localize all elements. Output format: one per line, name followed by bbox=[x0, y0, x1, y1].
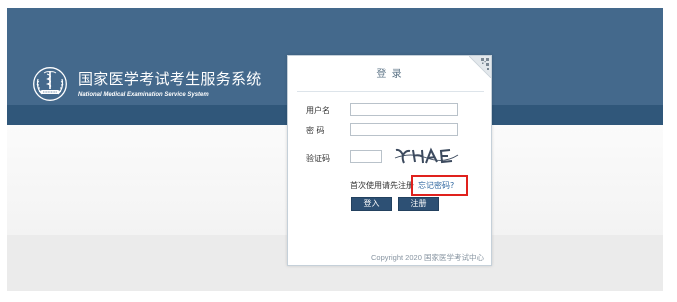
login-button[interactable]: 登入 bbox=[351, 197, 392, 211]
login-title: 登 录 bbox=[376, 69, 403, 80]
username-input[interactable] bbox=[350, 103, 458, 116]
register-hint: 首次使用请先注册 bbox=[350, 181, 414, 190]
password-label: 密 码 bbox=[306, 126, 325, 135]
title-divider bbox=[297, 91, 484, 92]
captcha-label: 验证码 bbox=[306, 154, 330, 163]
copyright-text: Copyright 2020 国家医学考试中心 bbox=[371, 253, 484, 262]
site-subtitle: National Medical Examination Service Sys… bbox=[78, 92, 209, 98]
emblem-logo-icon bbox=[33, 67, 67, 101]
password-input[interactable] bbox=[350, 123, 458, 136]
captcha-image[interactable] bbox=[394, 146, 460, 166]
captcha-input[interactable] bbox=[350, 150, 382, 163]
forgot-password-link[interactable]: 忘记密码? bbox=[418, 181, 454, 190]
register-button[interactable]: 注册 bbox=[398, 197, 439, 211]
username-label: 用户名 bbox=[306, 106, 330, 115]
site-title: 国家医学考试考生服务系统 bbox=[78, 70, 262, 88]
login-panel: 登 录 用户名 密 码 验证码 首次使用请先注册 忘记密码? 登入 注册 Cop… bbox=[287, 55, 492, 266]
